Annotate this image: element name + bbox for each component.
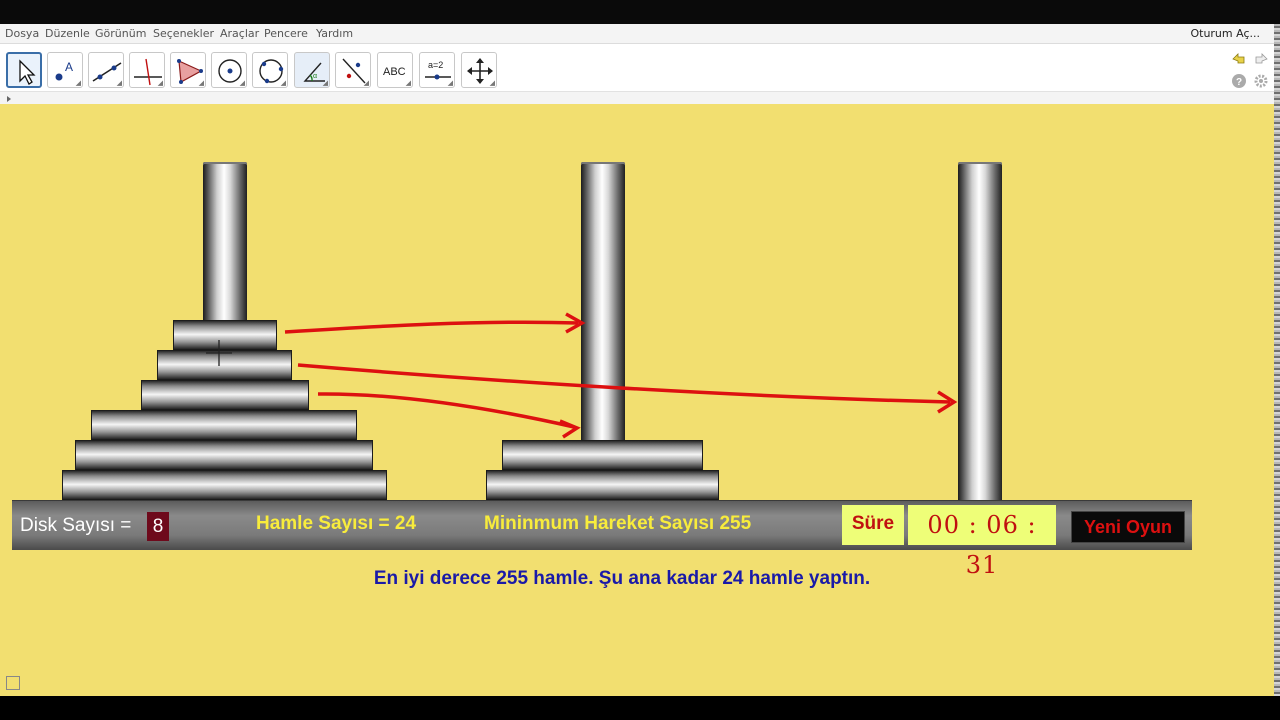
disk-left-4[interactable] — [141, 380, 309, 410]
menu-view[interactable]: Görünüm — [95, 27, 146, 40]
svg-text:α: α — [313, 73, 317, 80]
text-tool-label: ABC — [383, 66, 406, 78]
disk-left-5[interactable] — [157, 350, 292, 380]
line-tool-button[interactable]: ◢ — [88, 52, 124, 88]
disk-count-input[interactable]: 8 — [147, 512, 169, 541]
app-window: Dosya Düzenle Görünüm Seçenekler Araçlar… — [0, 0, 1280, 720]
time-label: Süre — [842, 505, 904, 545]
menu-options[interactable]: Seçenekler — [153, 27, 214, 40]
input-bar-toggle-icon[interactable] — [6, 676, 20, 690]
dropdown-marker-icon: ◢ — [198, 80, 204, 87]
dropdown-marker-icon: ◢ — [157, 80, 163, 87]
rod-right — [958, 162, 1002, 502]
angle-tool-button[interactable]: α ◢ — [294, 52, 330, 88]
toolbar-collapse-bar[interactable] — [0, 92, 1274, 104]
rod-left — [203, 162, 247, 322]
disk-middle-2[interactable] — [502, 440, 703, 470]
help-icon[interactable]: ? — [1230, 72, 1248, 90]
new-game-button[interactable]: Yeni Oyun — [1071, 511, 1185, 543]
dropdown-marker-icon: ◢ — [116, 80, 122, 87]
gear-icon[interactable] — [1252, 72, 1270, 90]
status-message: En iyi derece 255 hamle. Şu ana kadar 24… — [373, 568, 871, 589]
cursor-arrow-icon — [19, 59, 36, 85]
menu-help[interactable]: Yardım — [316, 27, 353, 40]
dropdown-marker-icon: ◢ — [322, 80, 328, 87]
svg-text:A: A — [65, 60, 73, 74]
min-moves-text: Mininmum Hareket Sayısı 255 — [484, 513, 752, 534]
dropdown-marker-icon: ◢ — [280, 80, 286, 87]
toolbar: A ◢ ◢ ◢ ◢ ◢ ◢ α ◢ ◢ ABC ◢ a=2 ◢ ◢ ? — [0, 44, 1274, 92]
dropdown-marker-icon: ◢ — [489, 80, 495, 87]
dropdown-marker-icon: ◢ — [363, 80, 369, 87]
disk-left-3[interactable] — [91, 410, 357, 440]
disk-middle-1[interactable] — [486, 470, 719, 500]
dropdown-marker-icon: ◢ — [239, 80, 245, 87]
move-view-tool-button[interactable]: ◢ — [461, 52, 497, 88]
move-count-text: Hamle Sayısı = 24 — [256, 513, 417, 534]
disk-left-2[interactable] — [75, 440, 373, 470]
bottom-bar — [0, 696, 1280, 720]
dropdown-marker-icon: ◢ — [405, 80, 411, 87]
circle-three-points-tool-button[interactable]: ◢ — [252, 52, 288, 88]
login-link[interactable]: Oturum Aç... — [1190, 27, 1260, 40]
window-edge — [1274, 24, 1280, 696]
timer-display: 00 : 06 : 31 — [908, 505, 1056, 579]
reflect-tool-button[interactable]: ◢ — [335, 52, 371, 88]
menu-bar: Dosya Düzenle Görünüm Seçenekler Araçlar… — [0, 24, 1274, 44]
slider-tool-label: a=2 — [428, 60, 443, 70]
point-tool-button[interactable]: A ◢ — [47, 52, 83, 88]
menu-file[interactable]: Dosya — [5, 27, 39, 40]
title-bar — [0, 0, 1280, 24]
dropdown-marker-icon: ◢ — [447, 80, 453, 87]
perpendicular-tool-button[interactable]: ◢ — [129, 52, 165, 88]
rod-middle — [581, 162, 625, 442]
svg-text:?: ? — [1236, 77, 1242, 88]
polygon-tool-button[interactable]: ◢ — [170, 52, 206, 88]
dropdown-marker-icon: ◢ — [75, 80, 81, 87]
menu-window[interactable]: Pencere — [264, 27, 308, 40]
slider-tool-button[interactable]: a=2 ◢ — [419, 52, 455, 88]
redo-icon[interactable] — [1252, 50, 1270, 68]
disk-left-6[interactable] — [173, 320, 277, 350]
circle-center-tool-button[interactable]: ◢ — [211, 52, 247, 88]
disk-left-1[interactable] — [62, 470, 387, 500]
menu-tools[interactable]: Araçlar — [220, 27, 259, 40]
disk-count-label: Disk Sayısı = — [20, 515, 132, 536]
menu-edit[interactable]: Düzenle — [45, 27, 90, 40]
move-tool-button[interactable] — [6, 52, 42, 88]
text-tool-button[interactable]: ABC ◢ — [377, 52, 413, 88]
undo-icon[interactable] — [1230, 50, 1248, 68]
